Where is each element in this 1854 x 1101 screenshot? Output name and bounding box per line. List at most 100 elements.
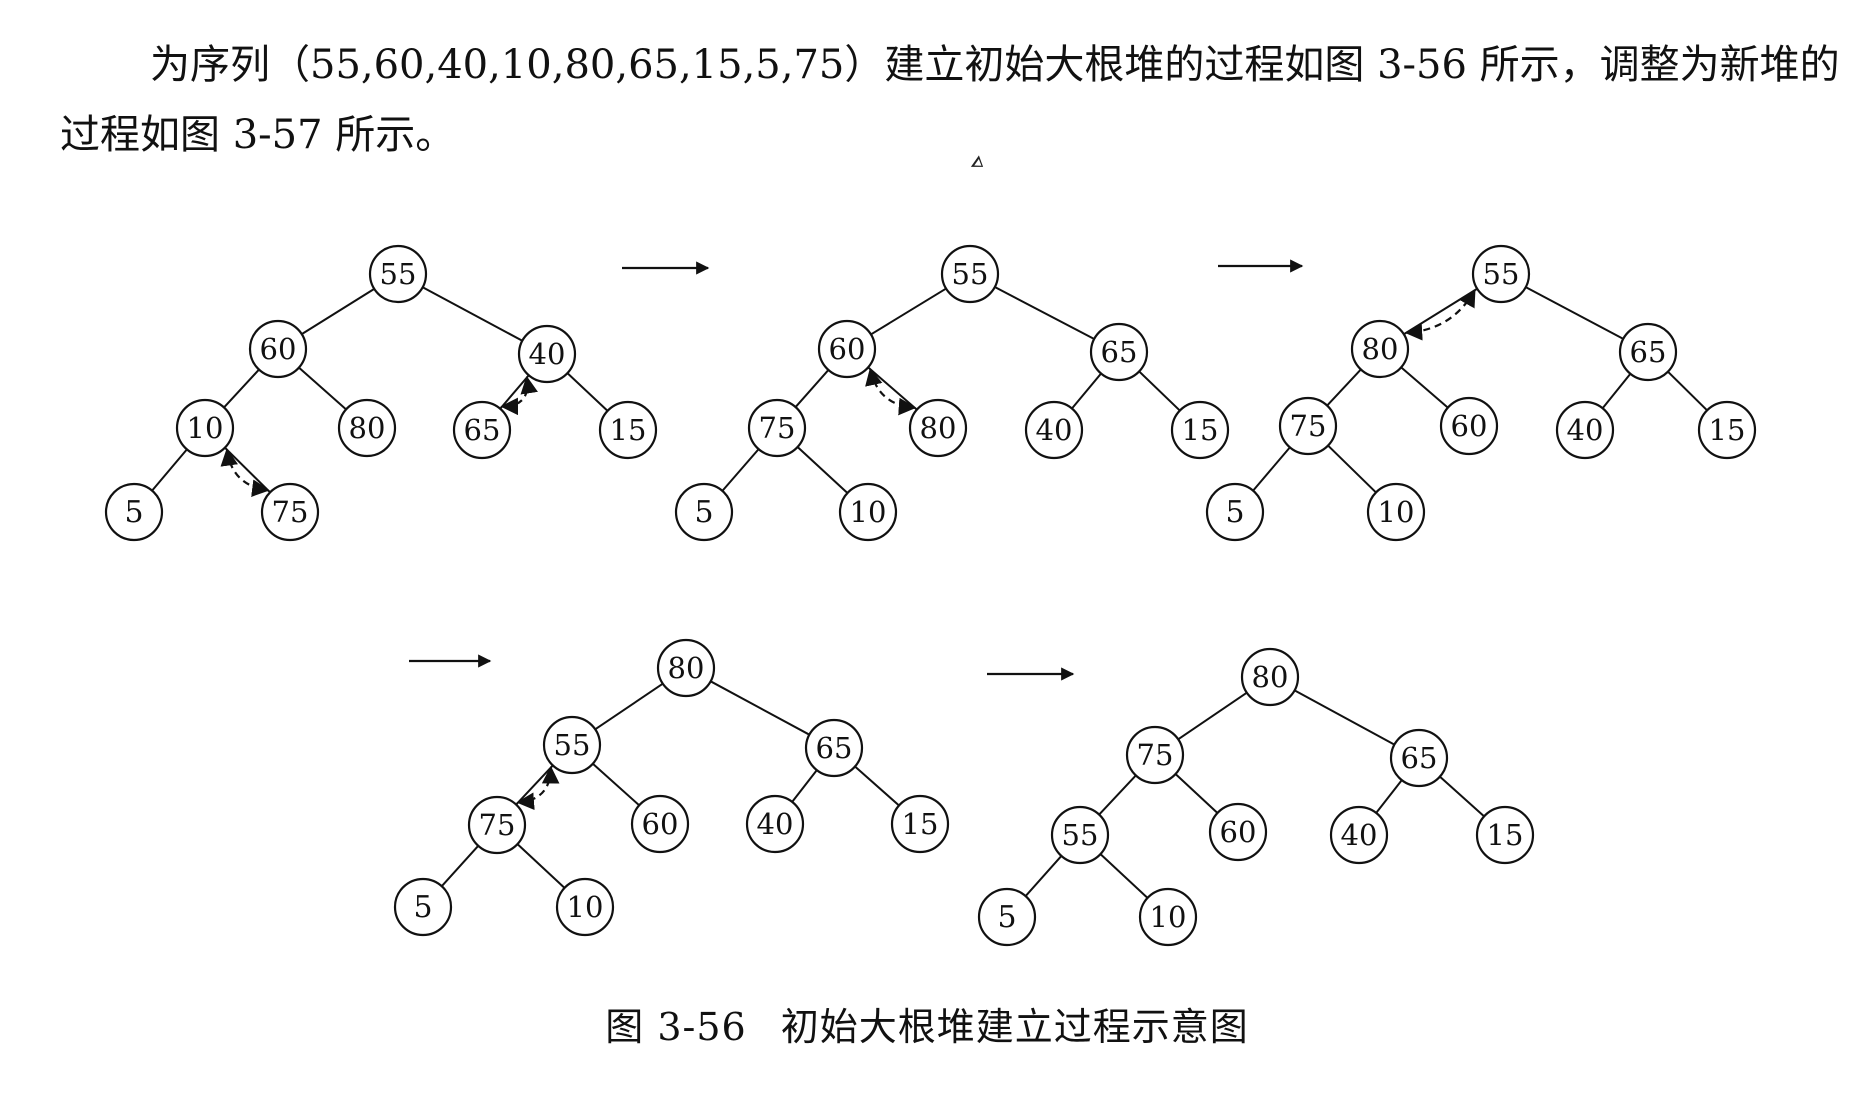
tree-edge bbox=[592, 762, 640, 807]
node-value: 40 bbox=[1341, 818, 1378, 852]
heap-node: 60 bbox=[1208, 802, 1268, 862]
heap-node: 40 bbox=[745, 794, 805, 854]
node-value: 80 bbox=[668, 651, 705, 685]
tree-edge bbox=[870, 287, 947, 336]
node-value: 60 bbox=[1451, 409, 1488, 443]
heap-build-diagram: 5560 4010 80 65 155 755560 6575 80 40 155 105580 65… bbox=[104, 244, 1757, 947]
node-value: 75 bbox=[479, 808, 516, 842]
heap-node: 75 bbox=[747, 398, 807, 458]
heap-node: 55 bbox=[940, 244, 1000, 304]
node-value: 40 bbox=[757, 807, 794, 841]
tree-edge bbox=[867, 366, 918, 411]
tree-edge bbox=[1327, 444, 1377, 494]
tree-edge bbox=[1375, 779, 1403, 814]
tree-edge bbox=[1071, 372, 1102, 410]
node-value: 65 bbox=[816, 731, 853, 765]
node-value: 75 bbox=[759, 411, 796, 445]
tree-edge bbox=[721, 448, 760, 492]
node-value: 10 bbox=[567, 890, 604, 924]
tree-edge bbox=[1601, 373, 1632, 409]
tree-edge bbox=[994, 286, 1095, 340]
heap-node: 10 bbox=[838, 482, 898, 542]
tree-edge bbox=[422, 286, 523, 342]
node-value: 75 bbox=[272, 495, 309, 529]
heap-node: 10 bbox=[1366, 482, 1426, 542]
heap-node: 80 bbox=[1240, 647, 1300, 707]
tree-edge bbox=[1403, 287, 1478, 336]
tree-edge bbox=[1252, 446, 1291, 492]
node-value: 10 bbox=[850, 495, 887, 529]
heap-node: 65 bbox=[1618, 322, 1678, 382]
heap-tree-step4: 80 55 65 75 60 40 15 5 10 bbox=[393, 638, 950, 937]
node-value: 80 bbox=[349, 411, 386, 445]
node-value: 10 bbox=[1150, 900, 1187, 934]
tree-edge bbox=[1400, 366, 1449, 409]
node-value: 40 bbox=[1567, 413, 1604, 447]
heap-node: 15 bbox=[890, 794, 950, 854]
node-value: 75 bbox=[1290, 409, 1327, 443]
heap-node: 75 bbox=[467, 795, 527, 855]
tree-edge bbox=[854, 765, 900, 807]
node-value: 65 bbox=[1630, 335, 1667, 369]
heap-node: 60 bbox=[817, 319, 877, 379]
tree-edge bbox=[1099, 853, 1149, 899]
tree-edge bbox=[1439, 775, 1485, 818]
tree-edge bbox=[298, 366, 347, 411]
node-value: 65 bbox=[464, 413, 501, 447]
node-value: 60 bbox=[829, 332, 866, 366]
tree-edge bbox=[794, 369, 830, 408]
heap-node: 10 bbox=[555, 877, 615, 937]
node-value: 40 bbox=[529, 337, 566, 371]
node-value: 55 bbox=[554, 728, 591, 762]
heap-node: 80 bbox=[908, 398, 968, 458]
heap-node: 60 bbox=[248, 319, 308, 379]
node-value: 60 bbox=[642, 807, 679, 841]
tree-edge bbox=[301, 287, 375, 336]
node-value: 15 bbox=[610, 413, 647, 447]
tree-edge bbox=[516, 843, 566, 889]
heap-node: 65 bbox=[452, 400, 512, 460]
node-value: 5 bbox=[997, 900, 1016, 935]
heap-node: 60 bbox=[1439, 396, 1499, 456]
heap-node: 55 bbox=[542, 715, 602, 775]
tree-edge bbox=[1667, 370, 1708, 412]
node-value: 15 bbox=[1182, 413, 1219, 447]
node-value: 5 bbox=[124, 495, 143, 530]
node-value: 5 bbox=[694, 495, 713, 530]
heap-node: 40 bbox=[517, 324, 577, 384]
heap-node: 55 bbox=[368, 244, 428, 304]
node-value: 10 bbox=[1378, 495, 1415, 529]
tree-edge bbox=[594, 682, 664, 731]
heap-node: 65 bbox=[1089, 322, 1149, 382]
tree-edge bbox=[791, 769, 818, 803]
tree-edge bbox=[499, 374, 530, 410]
node-value: 5 bbox=[413, 890, 432, 925]
tree-edge bbox=[441, 845, 479, 887]
node-value: 65 bbox=[1101, 335, 1138, 369]
heap-node: 40 bbox=[1024, 400, 1084, 460]
node-value: 75 bbox=[1137, 738, 1174, 772]
node-value: 55 bbox=[380, 257, 417, 291]
heap-node: 5 bbox=[977, 887, 1037, 947]
tree-edge bbox=[1024, 855, 1063, 897]
node-value: 15 bbox=[1709, 413, 1746, 447]
heap-node: 5 bbox=[104, 482, 164, 542]
tree-edge bbox=[151, 448, 188, 492]
heap-node: 15 bbox=[598, 400, 658, 460]
heap-tree-step2: 55 60 65 75 80 40 15 5 10 bbox=[674, 244, 1230, 542]
heap-node: 75 bbox=[1125, 725, 1185, 785]
heap-node: 65 bbox=[804, 718, 864, 778]
heap-node: 60 bbox=[630, 794, 690, 854]
heap-node: 65 bbox=[1389, 728, 1449, 788]
figure-caption-number: 图 3-56 bbox=[605, 1005, 747, 1049]
tree-edge bbox=[1098, 774, 1137, 816]
node-value: 5 bbox=[1225, 495, 1244, 530]
figure-caption-text: 初始大根堆建立过程示意图 bbox=[780, 1005, 1249, 1049]
heap-node: 15 bbox=[1697, 400, 1757, 460]
heap-node: 5 bbox=[674, 482, 734, 542]
tree-edge bbox=[796, 446, 849, 494]
node-value: 55 bbox=[1062, 818, 1099, 852]
tree-edge bbox=[1174, 773, 1219, 814]
heap-node: 5 bbox=[1205, 482, 1265, 542]
node-value: 55 bbox=[952, 257, 989, 291]
